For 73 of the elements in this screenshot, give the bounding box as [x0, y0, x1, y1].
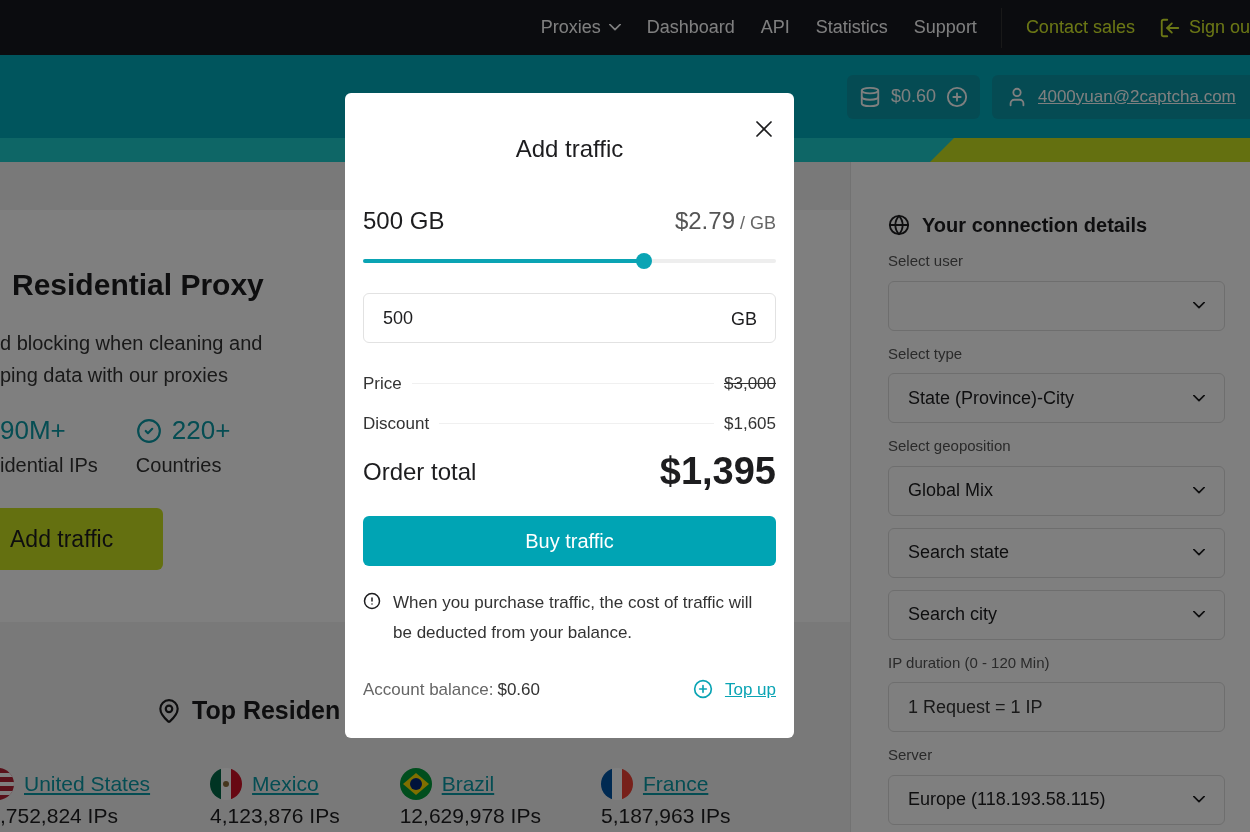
notice-text: When you purchase traffic, the cost of traffic will be deducted from your balance. [393, 592, 754, 644]
stat-value: 220+ [171, 414, 231, 447]
unit-label: / GB [740, 212, 776, 235]
select-field[interactable] [888, 280, 1225, 331]
hero-description: d blocking when cleaning and ping data with our proxies [0, 331, 263, 388]
field-label: Select geoposition [888, 436, 1012, 456]
sign-out-link[interactable]: Sign ou [1188, 14, 1250, 41]
field-label: Server [888, 745, 934, 765]
country-ip-count: 5,187,963 IPs [600, 802, 731, 829]
country-ip-count: 4,123,876 IPs [210, 802, 340, 829]
info-icon [363, 592, 381, 610]
stat-label: Countries [135, 453, 223, 478]
nav-link[interactable]: Statistics [815, 14, 888, 41]
summary-label: Discount [363, 412, 430, 435]
field-unit: GB [731, 308, 757, 331]
sidebar-title: Your connection details [922, 213, 1148, 238]
summary-value: $3,000 [724, 373, 776, 395]
flag-icon [210, 767, 243, 800]
account-chip[interactable]: 4000yuan@2captcha.com [992, 74, 1250, 119]
buy-traffic-button[interactable]: Buy traffic [363, 516, 776, 566]
country-link[interactable]: Mexico [252, 767, 319, 800]
modal-title: Add traffic [514, 134, 625, 164]
input-field[interactable]: 1 Request = 1 IP [888, 682, 1225, 732]
balance-value: $0.60 [497, 678, 540, 701]
section-title: Top Residen [192, 695, 341, 726]
flag-icon [399, 767, 432, 800]
amount-label: 500 GB [363, 206, 445, 236]
contact-sales-link[interactable]: Contact sales [1025, 14, 1135, 41]
summary-value: $1,605 [724, 412, 776, 435]
total-label: Order total [363, 457, 477, 487]
select-field[interactable]: Europe (118.193.58.115) [888, 774, 1225, 825]
sign-out-icon [1158, 16, 1181, 39]
chevron-down-icon [1193, 796, 1205, 803]
country-link[interactable]: Brazil [441, 767, 495, 800]
country-ip-count: ,752,824 IPs [0, 802, 118, 829]
country-ip-count: 12,629,978 IPs [399, 802, 541, 829]
globe-icon [888, 214, 910, 236]
summary-label: Price [363, 373, 402, 395]
chevron-down-icon [1193, 487, 1205, 494]
nav-link[interactable]: Support [913, 14, 977, 41]
map-pin-icon [156, 697, 182, 724]
nav-link[interactable]: Dashboard [646, 14, 735, 41]
select-field[interactable]: Search state [888, 527, 1225, 578]
add-icon[interactable] [946, 85, 968, 108]
stat-label: idential IPs [0, 453, 98, 478]
select-field[interactable]: Search city [888, 589, 1225, 640]
select-field[interactable]: State (Province)-City [888, 373, 1225, 423]
top-up-link[interactable]: Top up [724, 676, 776, 702]
country-link[interactable]: United States [24, 767, 151, 800]
hero-title: Residential Proxy [12, 267, 265, 303]
field-label: IP duration (0 - 120 Min) [888, 652, 1051, 673]
balance-label: Account balance: [363, 678, 494, 701]
nav-link[interactable]: Proxies [540, 14, 601, 41]
balance-amount: $0.60 [890, 85, 936, 108]
chevron-down-icon [1193, 549, 1205, 556]
email-link[interactable]: 4000yuan@2captcha.com [1038, 83, 1236, 110]
chevron-down-icon [1193, 611, 1205, 618]
country-link[interactable]: France [642, 767, 709, 800]
select-field[interactable]: Global Mix [888, 465, 1225, 516]
balance-chip[interactable]: $0.60 [846, 74, 980, 119]
coins-icon [858, 85, 881, 108]
add-icon [692, 679, 713, 700]
add-traffic-button[interactable]: Add traffic [0, 508, 163, 570]
chevron-down-icon [1193, 302, 1205, 309]
field-label: Select user [888, 251, 965, 271]
slider-thumb[interactable] [635, 253, 652, 269]
chevron-down-icon [1193, 394, 1205, 402]
field-label: Select type [888, 343, 964, 364]
total-amount: $1,395 [659, 452, 776, 490]
nav-link[interactable]: API [760, 14, 790, 41]
stat-value: 90M+ [0, 414, 66, 447]
unit-price: $2.79 [674, 206, 735, 236]
flag-icon [600, 767, 633, 800]
